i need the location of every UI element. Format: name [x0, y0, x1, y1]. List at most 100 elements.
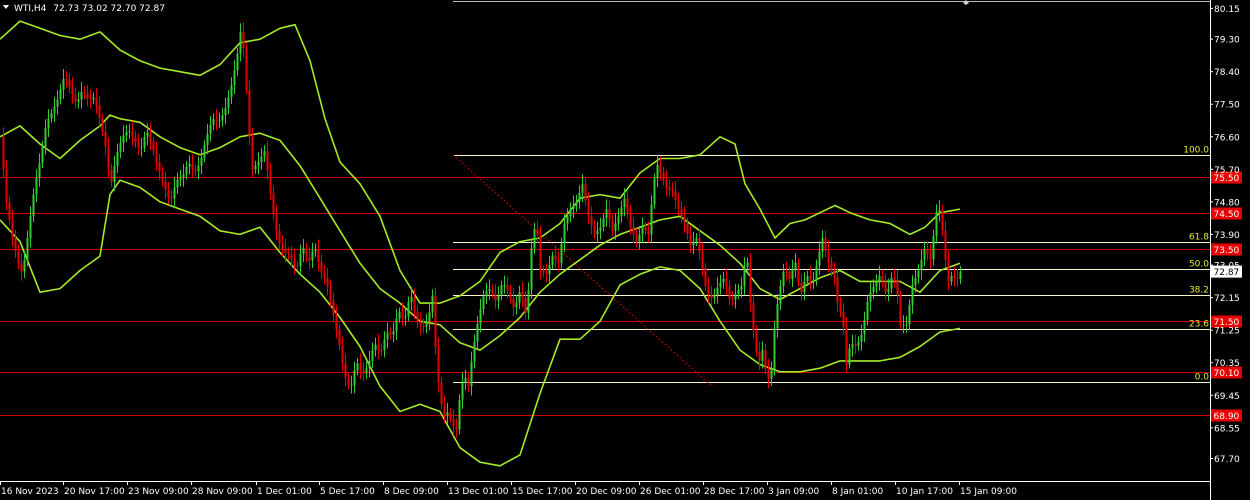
candle-body [782, 271, 785, 287]
candle-body [866, 301, 869, 320]
candle-body [101, 118, 104, 132]
candle-body [713, 294, 716, 299]
candle-body [734, 294, 737, 300]
candle-body [509, 290, 512, 299]
candle-body [332, 300, 335, 316]
candle-body [98, 105, 101, 119]
candle-body [476, 323, 479, 342]
candle-body [578, 192, 581, 202]
candle-body [569, 209, 572, 217]
candle-body [266, 151, 269, 171]
y-tick-label: 67.70 [1214, 455, 1240, 465]
candle-body [863, 319, 866, 335]
candle-body [23, 259, 26, 272]
candle-body [110, 169, 113, 182]
candle-body [668, 187, 671, 190]
candle-body [65, 78, 68, 81]
candle-body [230, 84, 233, 97]
candle-body [434, 295, 437, 348]
candle-body [470, 361, 473, 387]
candle-body [818, 251, 821, 266]
candle-body [572, 205, 575, 210]
candle-body [512, 298, 515, 308]
candle-body [836, 277, 839, 303]
candle-body [251, 136, 254, 170]
candle-body [362, 370, 365, 374]
candle-body [92, 97, 95, 100]
candle-body [482, 296, 485, 310]
candle-body [557, 259, 560, 264]
candle-body [431, 295, 434, 313]
candle-body [437, 347, 440, 383]
candle-body [428, 312, 431, 322]
candle-body [338, 329, 341, 346]
fib-level-label: 38.2 [1189, 286, 1209, 296]
candle-body [173, 187, 176, 199]
candle-body [68, 80, 71, 88]
candle-body [185, 166, 188, 175]
candle-body [716, 287, 719, 295]
candle-body [683, 216, 686, 224]
candle-body [122, 135, 125, 143]
current-price-label: 72.87 [1214, 268, 1240, 278]
candle-body [680, 209, 683, 217]
candle-body [326, 277, 329, 287]
candle-body [203, 145, 206, 158]
candle-body [497, 295, 500, 301]
candle-body [551, 256, 554, 266]
candle-body [50, 113, 53, 119]
candle-body [206, 133, 209, 146]
candle-body [410, 297, 413, 302]
candle-body [821, 238, 824, 252]
candle-body [722, 278, 725, 283]
candle-body [758, 351, 761, 361]
candle-body [917, 270, 920, 278]
candle-body [494, 293, 497, 301]
candle-body [740, 286, 743, 290]
fib-level-label: 23.6 [1189, 320, 1209, 330]
candle-body [320, 262, 323, 273]
candle-body [179, 177, 182, 180]
fib-level-label: 61.8 [1189, 233, 1209, 243]
y-tick-label: 74.80 [1214, 198, 1240, 208]
candle-body [302, 248, 305, 254]
candle-body [527, 289, 530, 313]
candle-body [452, 418, 455, 427]
candle-body [674, 191, 677, 201]
candle-body [767, 369, 770, 379]
candle-body [518, 292, 521, 304]
candle-body [788, 271, 791, 279]
candle-body [554, 256, 557, 260]
candle-body [632, 227, 635, 235]
candle-body [875, 281, 878, 287]
candle-body [794, 262, 797, 269]
candle-body [17, 250, 20, 264]
candle-body [359, 363, 362, 371]
candle-body [575, 201, 578, 206]
candle-body [221, 115, 224, 121]
candle-body [542, 270, 545, 273]
candle-body [800, 282, 803, 293]
candle-body [704, 268, 707, 287]
candle-body [929, 254, 932, 260]
candle-body [815, 265, 818, 281]
candle-body [245, 48, 248, 90]
y-tick-label: 72.15 [1214, 294, 1240, 304]
candle-body [371, 350, 374, 361]
candle-body [311, 251, 314, 261]
candle-body [593, 225, 596, 235]
candle-body [932, 236, 935, 260]
candle-body [140, 147, 143, 149]
candle-body [752, 303, 755, 331]
candle-body [200, 157, 203, 166]
candle-body [617, 216, 620, 224]
candle-body [416, 311, 419, 323]
candle-body [950, 275, 953, 282]
candle-body [515, 303, 518, 308]
candle-body [872, 286, 875, 293]
chart-title: WTI,H4 72.73 73.02 72.70 72.87 [14, 4, 165, 14]
candle-body [692, 241, 695, 246]
candle-body [623, 198, 626, 208]
candle-body [935, 212, 938, 237]
candle-body [638, 234, 641, 242]
